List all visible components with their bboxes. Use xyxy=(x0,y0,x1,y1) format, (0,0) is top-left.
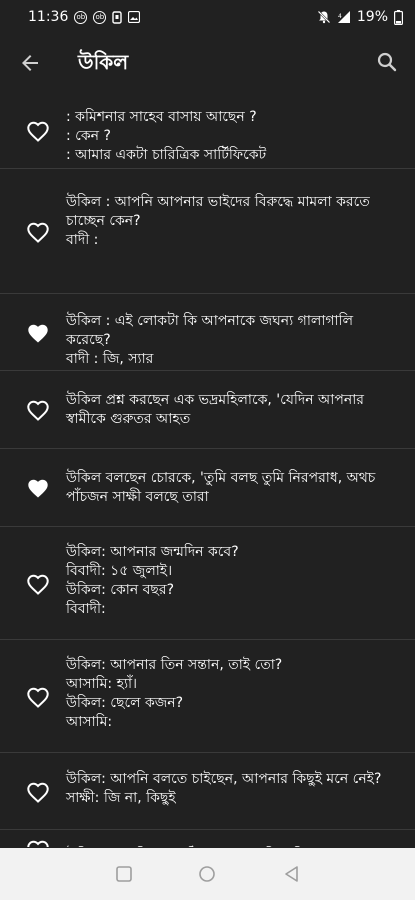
status-left: 11:36 ob ob xyxy=(28,9,141,25)
app-bar: উকিল xyxy=(0,34,415,90)
heart-outline-icon[interactable] xyxy=(26,839,50,847)
heart-filled-icon[interactable] xyxy=(26,477,50,499)
ob-icon: ob xyxy=(74,10,88,24)
heart-outline-icon[interactable] xyxy=(26,686,50,708)
list-item[interactable]: উকিল: আপনার তিন সন্তান, তাই তো? আসামি: হ… xyxy=(0,640,415,753)
heart-outline-icon[interactable] xyxy=(26,221,50,243)
list-item[interactable]: উকিল বলছেন চোরকে, 'তুমি বলছ তুমি নিরপরাধ… xyxy=(0,449,415,527)
recents-icon[interactable] xyxy=(114,864,134,884)
battery-percent: 19% xyxy=(356,9,388,25)
ob-icon: ob xyxy=(93,10,107,24)
home-icon[interactable] xyxy=(197,864,217,884)
item-text: উকিল: আপনি মামলাটিতে কোথায় ছিলেছিলেন? xyxy=(66,846,397,847)
list-item[interactable]: : কমিশনার সাহেব বাসায় আছেন ? : কেন ? : … xyxy=(0,92,415,169)
status-time: 11:36 xyxy=(28,9,69,25)
list-item[interactable]: উকিল প্রশ্ন করছেন এক ভদ্রমহিলাকে, 'যেদিন… xyxy=(0,371,415,449)
image-icon xyxy=(128,11,141,23)
search-icon[interactable] xyxy=(375,50,399,74)
list-item[interactable]: উকিল : এই লোকটা কি আপনাকে জঘন্য গালাগালি… xyxy=(0,294,415,371)
heart-filled-icon[interactable] xyxy=(26,322,50,344)
heart-outline-icon[interactable] xyxy=(26,781,50,803)
svg-text:4: 4 xyxy=(338,13,342,20)
joke-list: : কমিশনার সাহেব বাসায় আছেন ? : কেন ? : … xyxy=(0,92,415,847)
item-text: : কমিশনার সাহেব বাসায় আছেন ? : কেন ? : … xyxy=(66,109,267,163)
list-item[interactable]: উকিল: আপনি মামলাটিতে কোথায় ছিলেছিলেন? xyxy=(0,830,415,847)
status-right: 4 19% xyxy=(317,9,403,25)
back-nav-icon[interactable] xyxy=(282,864,302,884)
status-bar: 11:36 ob ob 4 19% xyxy=(0,0,415,34)
sim-icon xyxy=(112,10,123,24)
back-arrow-icon[interactable] xyxy=(18,51,42,75)
item-text: উকিল প্রশ্ন করছেন এক ভদ্রমহিলাকে, 'যেদিন… xyxy=(66,392,364,427)
list-item[interactable]: উকিল : আপনি আপনার ভাইদের বিরুদ্ধে মামলা … xyxy=(0,169,415,294)
item-text: উকিল বলছেন চোরকে, 'তুমি বলছ তুমি নিরপরাধ… xyxy=(66,470,376,505)
heart-outline-icon[interactable] xyxy=(26,399,50,421)
signal-icon: 4 xyxy=(337,11,350,23)
list-item[interactable]: উকিল: আপনার জন্মদিন কবে? বিবাদী: ১৫ জুলা… xyxy=(0,527,415,640)
battery-icon xyxy=(394,9,403,25)
page-title: উকিল xyxy=(78,50,129,74)
item-text: উকিল: আপনার তিন সন্তান, তাই তো? আসামি: হ… xyxy=(66,657,283,730)
heart-outline-icon[interactable] xyxy=(26,120,50,142)
item-text: উকিল : আপনি আপনার ভাইদের বিরুদ্ধে মামলা … xyxy=(66,194,370,248)
item-text: উকিল : এই লোকটা কি আপনাকে জঘন্য গালাগালি… xyxy=(66,313,354,367)
heart-outline-icon[interactable] xyxy=(26,573,50,595)
item-text: উকিল: আপনার জন্মদিন কবে? বিবাদী: ১৫ জুলা… xyxy=(66,544,239,617)
mute-icon xyxy=(317,10,331,24)
item-text: উকিল: আপনি বলতে চাইছেন, আপনার কিছুই মনে … xyxy=(66,771,382,806)
navigation-bar xyxy=(0,848,415,900)
list-item[interactable]: উকিল: আপনি বলতে চাইছেন, আপনার কিছুই মনে … xyxy=(0,753,415,830)
